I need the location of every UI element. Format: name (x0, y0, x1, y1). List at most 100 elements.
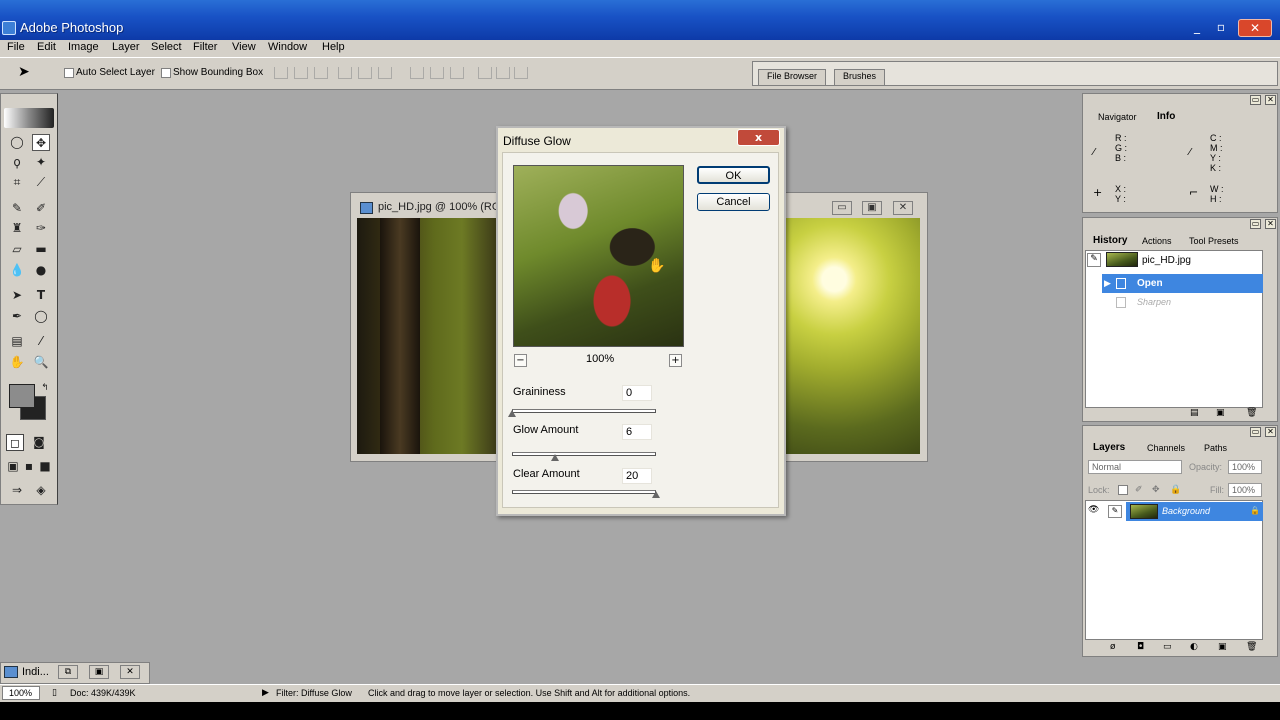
brush-tool-icon[interactable]: ✐ (32, 200, 50, 217)
dialog-close-button[interactable]: x (737, 129, 780, 146)
imageready-icon[interactable]: ◈ (32, 482, 50, 499)
lock-transparency-checkbox[interactable] (1118, 485, 1128, 495)
tab-history[interactable]: History (1093, 235, 1127, 246)
path-selection-icon[interactable]: ➤ (8, 287, 26, 304)
glow-amount-slider[interactable] (512, 452, 656, 456)
type-tool-icon[interactable]: T (32, 287, 50, 304)
distribute-hcenter-icon[interactable] (496, 67, 510, 79)
jump-to-imageready-icon[interactable]: ⇒ (8, 482, 26, 499)
align-top-icon[interactable] (274, 67, 288, 79)
distribute-right-icon[interactable] (514, 67, 528, 79)
tab-info[interactable]: Info (1157, 111, 1175, 122)
blend-mode-select[interactable]: Normal (1088, 460, 1182, 474)
history-brush-source-icon[interactable]: ✎ (1087, 253, 1101, 267)
layer-visibility-eye-icon[interactable]: 👁 (1088, 505, 1099, 515)
cancel-button[interactable]: Cancel (697, 193, 770, 211)
standard-mode-icon[interactable]: ◻ (6, 434, 24, 451)
filter-preview[interactable] (513, 165, 684, 347)
new-set-icon[interactable]: ▭ (1163, 642, 1172, 652)
align-right-icon[interactable] (378, 67, 392, 79)
eyedropper-icon[interactable]: ⁄ (32, 333, 50, 350)
min-restore-button[interactable]: ⧉ (58, 665, 78, 679)
clear-amount-slider[interactable] (512, 490, 656, 494)
history-close-icon[interactable]: ✕ (1265, 219, 1276, 229)
align-left-icon[interactable] (338, 67, 352, 79)
graininess-input[interactable]: 0 (622, 385, 652, 401)
ok-button[interactable]: OK (697, 166, 770, 184)
distribute-vcenter-icon[interactable] (430, 67, 444, 79)
tab-file-browser[interactable]: File Browser (758, 69, 827, 85)
photoshop-eye-logo[interactable] (4, 108, 54, 128)
doc-minimize-button[interactable]: ▭ (832, 201, 852, 215)
new-layer-icon[interactable]: ▣ (1218, 642, 1227, 652)
notes-tool-icon[interactable]: ▤ (8, 333, 26, 350)
palette-minimize-icon[interactable]: ▭ (1250, 95, 1261, 105)
glow-amount-input[interactable]: 6 (622, 424, 652, 440)
min-close-button[interactable]: ✕ (120, 665, 140, 679)
menu-window[interactable]: Window (268, 41, 307, 53)
doc-maximize-button[interactable]: ▣ (862, 201, 882, 215)
distribute-left-icon[interactable] (478, 67, 492, 79)
menu-select[interactable]: Select (151, 41, 182, 53)
slice-tool-icon[interactable]: ⟋ (32, 174, 50, 191)
layers-close-icon[interactable]: ✕ (1265, 427, 1276, 437)
graininess-slider[interactable] (512, 409, 656, 413)
layer-style-icon[interactable]: ø (1110, 642, 1116, 652)
distribute-top-icon[interactable] (410, 67, 424, 79)
align-vcenter-icon[interactable] (294, 67, 308, 79)
tab-channels[interactable]: Channels (1147, 443, 1185, 453)
pen-tool-icon[interactable]: ✒ (8, 308, 26, 325)
snapshot-thumbnail[interactable] (1106, 252, 1138, 267)
menu-layer[interactable]: Layer (112, 41, 140, 53)
zoom-out-button[interactable]: − (514, 354, 527, 367)
layers-minimize-icon[interactable]: ▭ (1250, 427, 1261, 437)
tab-brushes[interactable]: Brushes (834, 69, 886, 85)
gradient-tool-icon[interactable]: ▬ (32, 241, 50, 258)
menu-filter[interactable]: Filter (193, 41, 217, 53)
restore-button[interactable]: ▫ (1210, 19, 1232, 37)
quick-mask-icon[interactable]: ◙ (30, 434, 48, 451)
graininess-slider-thumb[interactable] (508, 410, 516, 417)
tab-layers[interactable]: Layers (1093, 442, 1125, 453)
show-bounding-box-checkbox[interactable] (161, 68, 171, 78)
history-brush-icon[interactable]: ✑ (32, 220, 50, 237)
history-minimize-icon[interactable]: ▭ (1250, 219, 1261, 229)
close-button[interactable]: ✕ (1238, 19, 1272, 37)
dodge-tool-icon[interactable]: ● (32, 262, 50, 279)
move-tool-icon[interactable]: ✥ (32, 134, 50, 151)
glow-amount-slider-thumb[interactable] (551, 454, 560, 461)
lock-position-icon[interactable]: ✥ (1152, 484, 1160, 495)
menu-file[interactable]: File (7, 41, 25, 53)
move-tool-preset-icon[interactable]: ➤ (18, 64, 30, 80)
new-snapshot-icon[interactable]: ▣ (1216, 408, 1225, 418)
marquee-tool-icon[interactable]: ◯ (8, 134, 26, 151)
zoom-in-button[interactable]: + (669, 354, 682, 367)
distribute-bottom-icon[interactable] (450, 67, 464, 79)
doc-close-button[interactable]: ✕ (893, 201, 913, 215)
crop-tool-icon[interactable]: ⌗ (8, 174, 26, 191)
tab-actions[interactable]: Actions (1142, 236, 1172, 246)
minimize-button[interactable]: _ (1186, 19, 1208, 37)
history-item-sharpen[interactable]: Sharpen (1137, 297, 1171, 307)
zoom-tool-icon[interactable]: 🔍 (32, 354, 50, 371)
add-mask-icon[interactable]: ◘ (1137, 642, 1144, 652)
menu-view[interactable]: View (232, 41, 256, 53)
magic-wand-icon[interactable]: ✦ (32, 154, 50, 171)
clear-amount-slider-thumb[interactable] (652, 491, 660, 498)
history-item-open[interactable] (1102, 274, 1263, 293)
blur-tool-icon[interactable]: 💧 (8, 262, 26, 279)
delete-layer-icon[interactable]: 🗑 (1246, 642, 1257, 652)
history-trash-icon[interactable]: 🗑 (1246, 408, 1257, 418)
screen-mode-full-icon[interactable]: ■ (36, 458, 54, 475)
clear-amount-input[interactable]: 20 (622, 468, 652, 484)
palette-close-icon[interactable]: ✕ (1265, 95, 1276, 105)
shape-tool-icon[interactable]: ◯ (32, 308, 50, 325)
tab-tool-presets[interactable]: Tool Presets (1189, 236, 1239, 246)
lasso-tool-icon[interactable]: ϙ (8, 154, 26, 171)
healing-brush-icon[interactable]: ✎ (8, 200, 26, 217)
clone-stamp-icon[interactable]: ♜ (8, 220, 26, 237)
min-maximize-button[interactable]: ▣ (89, 665, 109, 679)
adjustment-layer-icon[interactable]: ◐ (1190, 642, 1198, 652)
menu-help[interactable]: Help (322, 41, 345, 53)
tab-navigator[interactable]: Navigator (1098, 112, 1137, 122)
